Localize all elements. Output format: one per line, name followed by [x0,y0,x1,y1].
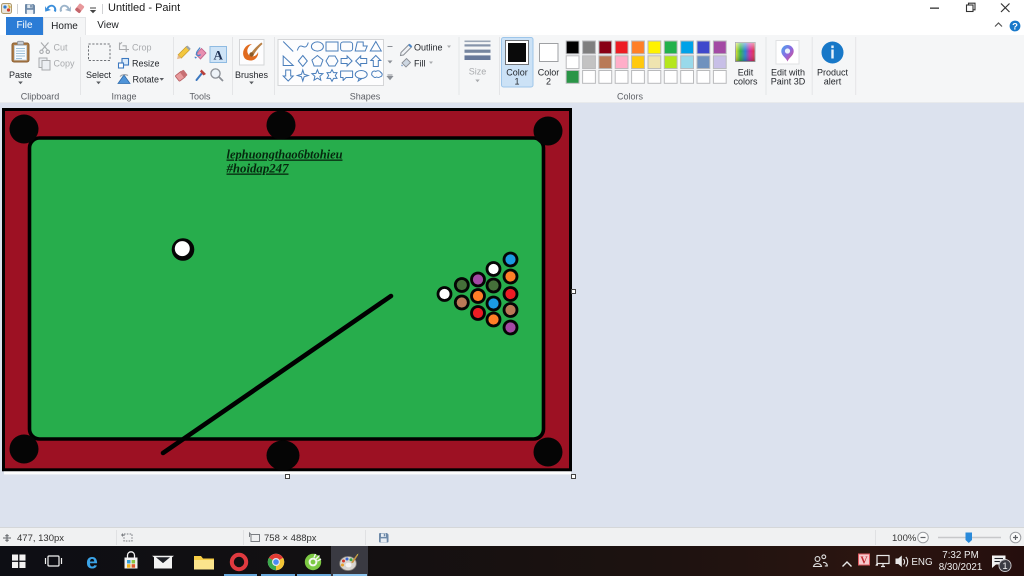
svg-text:Crop: Crop [132,43,152,53]
svg-text:758 × 488px: 758 × 488px [264,533,317,544]
svg-text:Size: Size [469,67,487,77]
svg-text:?: ? [1012,21,1018,32]
svg-text:Outline: Outline [414,43,443,53]
svg-text:ENG: ENG [911,557,932,568]
svg-text:#hoidap247: #hoidap247 [226,161,289,176]
svg-text:1: 1 [1002,561,1007,572]
svg-text:alert: alert [824,77,842,87]
svg-text:2: 2 [546,77,551,87]
svg-text:1: 1 [514,77,519,87]
svg-text:Select: Select [86,70,112,80]
svg-text:Image: Image [111,92,136,102]
svg-text:Rotate: Rotate [133,75,160,85]
svg-text:lephuongthao6btohieu: lephuongthao6btohieu [227,147,343,162]
svg-text:Clipboard: Clipboard [21,92,60,102]
svg-text:e: e [86,551,98,574]
svg-text:Shapes: Shapes [350,92,381,102]
svg-text:Resize: Resize [132,59,160,69]
svg-text:Fill: Fill [414,59,426,69]
svg-text:Paste: Paste [9,70,32,80]
svg-text:477, 130px: 477, 130px [17,533,64,544]
svg-text:Paint 3D: Paint 3D [771,77,806,87]
svg-text:A: A [214,48,224,63]
svg-text:Cut: Cut [54,43,69,53]
svg-text:8/30/2021: 8/30/2021 [939,562,983,573]
svg-text:Tools: Tools [189,92,211,102]
svg-text:Colors: Colors [617,92,644,102]
svg-text:V: V [860,556,868,567]
svg-text:7:32 PM: 7:32 PM [942,550,979,561]
svg-text:colors: colors [733,77,758,87]
svg-text:Copy: Copy [54,59,76,69]
svg-text:Brushes: Brushes [235,70,269,80]
svg-text:100%: 100% [892,533,917,544]
